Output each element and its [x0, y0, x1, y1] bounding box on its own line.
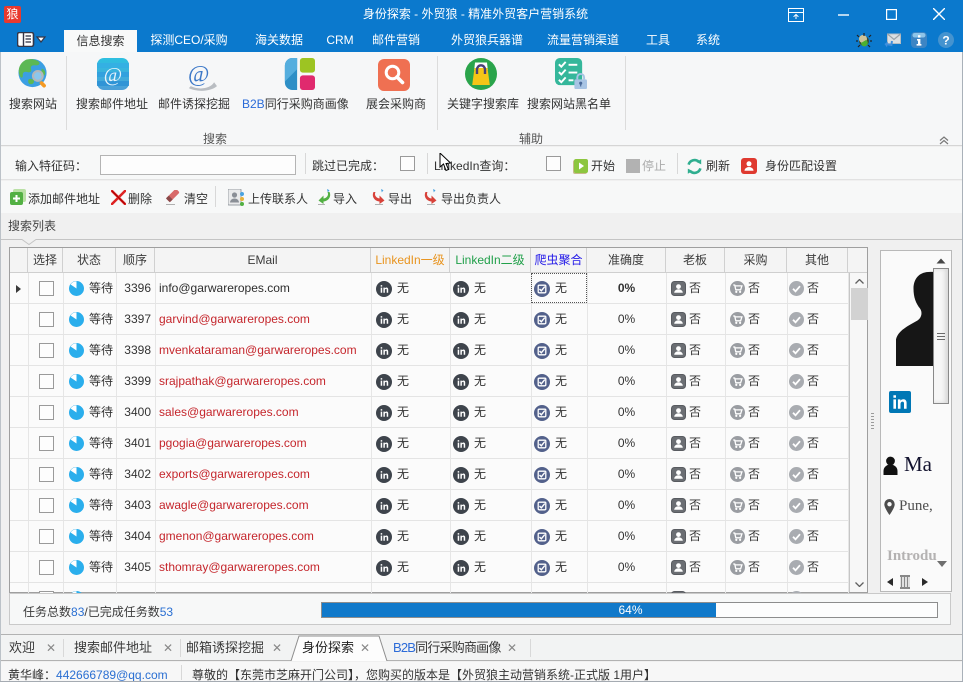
svg-text:@: @	[188, 61, 209, 87]
svg-text:@: @	[104, 64, 122, 86]
svg-text:?: ?	[942, 34, 949, 48]
